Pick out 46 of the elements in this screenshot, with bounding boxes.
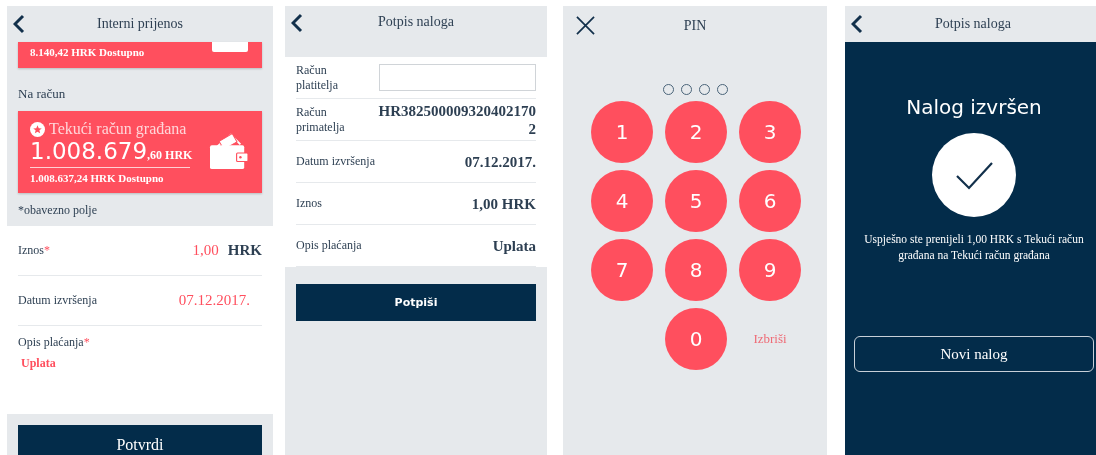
screen-title: Potpis naloga	[935, 16, 1011, 32]
back-icon[interactable]	[13, 14, 25, 34]
account-balance: 1.008.679,60 HRK	[30, 140, 190, 163]
check-icon	[932, 133, 1016, 217]
delete-button[interactable]: Izbriši	[753, 331, 787, 347]
close-icon[interactable]	[576, 16, 595, 35]
date-field[interactable]: Datum izvršenja 07.12.2017.	[18, 276, 262, 326]
account-name: Tekući račun građana	[49, 120, 187, 138]
keypad-key[interactable]: 4	[591, 170, 653, 232]
keypad-key[interactable]: 7	[591, 239, 653, 301]
keypad-key[interactable]: 3	[739, 101, 801, 163]
field-label: Račun primatelja	[296, 104, 346, 135]
field-value: 07.12.2017.	[464, 152, 536, 171]
field-label: Opis plaćanja	[296, 238, 362, 253]
available-balance: 1.008.637,24 HRK Dostupno	[30, 172, 165, 184]
account-card[interactable]: Tekući račun građana 1.008.679,60 HRK 1.008.637,24 HRK Dostupno	[18, 111, 262, 193]
field-value: Uplata	[492, 236, 536, 255]
new-order-button[interactable]: Novi nalog	[854, 336, 1094, 373]
field-label: Račun platitelja	[296, 62, 339, 93]
section-label: Na račun	[18, 86, 67, 102]
success-message: Uspješno ste prenijeli 1,00 HRK s Tekući račun građana na Tekući račun građana	[863, 232, 1085, 264]
screen-title: Interni prijenos	[97, 16, 183, 32]
keypad-key[interactable]: 5	[665, 170, 727, 232]
confirm-button[interactable]: Potvrdi	[18, 425, 262, 455]
back-icon[interactable]	[291, 13, 303, 33]
field-value: 1,00 HRK	[471, 194, 536, 213]
keypad-key[interactable]: 1	[591, 101, 653, 163]
payer-account-input[interactable]	[379, 64, 536, 91]
amount-field[interactable]: Iznos* 1,00 HRK	[18, 226, 262, 276]
screen-title: PIN	[683, 18, 707, 34]
description-field[interactable]: Opis plaćanja* Uplata	[18, 326, 262, 414]
sign-button[interactable]: Potpiši	[296, 284, 536, 321]
field-label: Iznos	[296, 196, 322, 211]
keypad-key[interactable]: 2	[665, 101, 727, 163]
field-value: HR3825000093204021702	[377, 101, 536, 138]
required-note: *obavezno polje	[18, 203, 98, 218]
account-card[interactable]: 8.140,42 HRK Dostupno	[18, 42, 262, 68]
back-icon[interactable]	[851, 14, 863, 34]
keypad-key[interactable]: 9	[739, 239, 801, 301]
keypad-key[interactable]: 0	[665, 308, 727, 370]
screen-title: Potpis naloga	[378, 14, 454, 30]
keypad-key[interactable]: 8	[665, 239, 727, 301]
field-label: Datum izvršenja	[296, 154, 375, 169]
success-heading: Nalog izvršen	[906, 95, 1042, 119]
available-balance: 8.140,42 HRK Dostupno	[30, 46, 145, 58]
keypad-key[interactable]: 6	[739, 170, 801, 232]
